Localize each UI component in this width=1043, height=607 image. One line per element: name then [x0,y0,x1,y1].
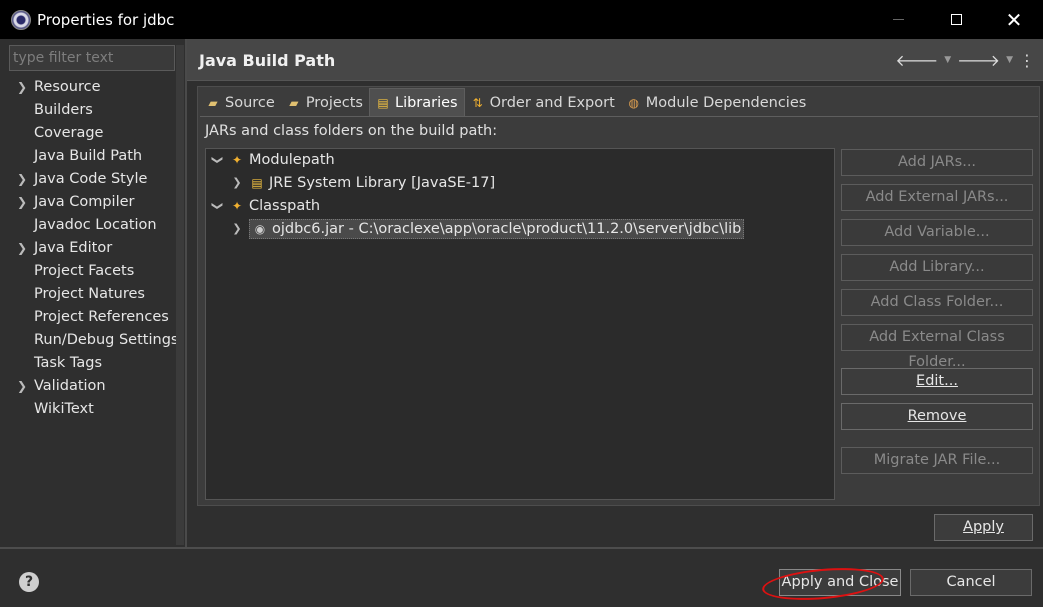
apply-and-close-button[interactable]: Apply and Close [779,569,901,596]
chevron-down-icon[interactable]: ❯ [206,153,228,167]
library-icon: ▤ [251,176,263,190]
nav-item-resource[interactable]: ❯ Resource [9,76,177,99]
projects-folder-icon: ▰ [289,95,299,110]
tab-module-dependencies[interactable]: ◍ Module Dependencies [621,88,813,117]
nav-item-project-references[interactable]: Project References [9,306,177,329]
filter-input[interactable] [9,45,175,71]
header-nav-icons: 🡐 ▼ 🡒 ▼ ⋮ [895,50,1035,71]
minimize-button[interactable] [869,0,927,39]
close-icon: ✕ [1005,7,1023,32]
nav-item-builders[interactable]: Builders [9,99,177,122]
nav-item-run-debug-settings[interactable]: Run/Debug Settings [9,329,178,352]
add-class-folder-button[interactable]: Add Class Folder... [841,289,1033,316]
nav-item-java-editor[interactable]: ❯ Java Editor [9,237,177,260]
migrate-jar-button[interactable]: Migrate JAR File... [841,447,1033,474]
nav-item-project-natures[interactable]: Project Natures [9,283,177,306]
nav-scrollbar[interactable] [176,45,184,545]
edit-button[interactable]: Edit... [841,368,1033,395]
libraries-icon: ▤ [377,96,389,110]
tab-order-and-export[interactable]: ⇅ Order and Export [465,88,621,117]
page-header: Java Build Path 🡐 ▼ 🡒 ▼ ⋮ [187,39,1043,81]
jar-icon: ◉ [254,222,266,236]
window-title: Properties for jdbc [37,10,175,29]
app-icon [11,9,31,30]
close-button[interactable]: ✕ [985,0,1043,39]
nav-item-java-compiler[interactable]: ❯ Java Compiler [9,191,177,214]
chevron-right-icon[interactable]: ❯ [230,172,244,194]
classpath-icon: ✦ [231,199,243,213]
build-path-tree[interactable]: ❯ ✦ Modulepath ❯ ▤ JRE System Library [J… [205,148,835,500]
chevron-right-icon[interactable]: ❯ [17,76,27,99]
nav-item-project-facets[interactable]: Project Facets [9,260,177,283]
tree-row-ojdbc6[interactable]: ❯ ◉ ojdbc6.jar - C:\oraclexe\app\oracle\… [230,218,745,240]
chevron-right-icon[interactable]: ❯ [17,237,27,260]
maximize-icon [950,14,962,25]
minimize-icon [892,19,904,20]
add-external-class-folder-button[interactable]: Add External Class Folder... [841,324,1033,370]
chevron-right-icon[interactable]: ❯ [17,191,27,214]
tab-source[interactable]: ▰ Source [200,88,281,117]
sash[interactable] [185,39,187,548]
tab-projects[interactable]: ▰ Projects [281,88,369,117]
nav-item-javadoc-location[interactable]: Javadoc Location [9,214,177,237]
tree-row-jre[interactable]: ❯ ▤ JRE System Library [JavaSE-17] [230,172,495,194]
module-icon: ◍ [628,95,640,110]
chevron-down-icon[interactable]: ❯ [206,199,228,213]
more-menu-icon[interactable]: ⋮ [1019,51,1035,70]
property-nav-tree: ❯ Resource Builders Coverage Java Build P… [9,76,178,544]
chevron-right-icon[interactable]: ❯ [17,168,27,191]
add-variable-button[interactable]: Add Variable... [841,219,1033,246]
nav-item-java-code-style[interactable]: ❯ Java Code Style [9,168,177,191]
back-arrow-icon[interactable]: 🡐 [895,50,938,70]
nav-item-wikitext[interactable]: WikiText [9,398,177,421]
help-icon[interactable]: ? [19,572,39,592]
back-dropdown-icon[interactable]: ▼ [944,55,951,65]
window-controls: ✕ [869,0,1043,39]
remove-button[interactable]: Remove [841,403,1033,430]
source-folder-icon: ▰ [208,95,218,110]
forward-arrow-icon[interactable]: 🡒 [957,50,1000,70]
apply-button[interactable]: Apply [934,514,1033,541]
tree-row-classpath[interactable]: ❯ ✦ Classpath [210,195,320,217]
nav-item-task-tags[interactable]: Task Tags [9,352,177,375]
cancel-button[interactable]: Cancel [910,569,1032,596]
selected-entry[interactable]: ◉ ojdbc6.jar - C:\oraclexe\app\oracle\pr… [249,219,745,239]
nav-item-validation[interactable]: ❯ Validation [9,375,177,398]
add-library-button[interactable]: Add Library... [841,254,1033,281]
tab-libraries[interactable]: ▤ Libraries [368,88,465,117]
modulepath-icon: ✦ [231,153,243,167]
chevron-right-icon[interactable]: ❯ [17,375,27,398]
title-bar: Properties for jdbc ✕ [0,0,1043,39]
forward-dropdown-icon[interactable]: ▼ [1006,55,1013,65]
page-title: Java Build Path [199,51,336,70]
chevron-right-icon[interactable]: ❯ [230,218,244,240]
tree-row-modulepath[interactable]: ❯ ✦ Modulepath [210,149,335,171]
add-external-jars-button[interactable]: Add External JARs... [841,184,1033,211]
tab-bar: ▰ Source ▰ Projects ▤ Libraries ⇅ Order … [200,88,812,117]
nav-item-coverage[interactable]: Coverage [9,122,177,145]
maximize-button[interactable] [927,0,985,39]
order-export-icon: ⇅ [472,95,483,110]
nav-item-java-build-path[interactable]: Java Build Path [9,145,177,168]
tab-divider [200,116,1038,117]
build-path-label: JARs and class folders on the build path… [205,123,498,139]
add-jars-button[interactable]: Add JARs... [841,149,1033,176]
